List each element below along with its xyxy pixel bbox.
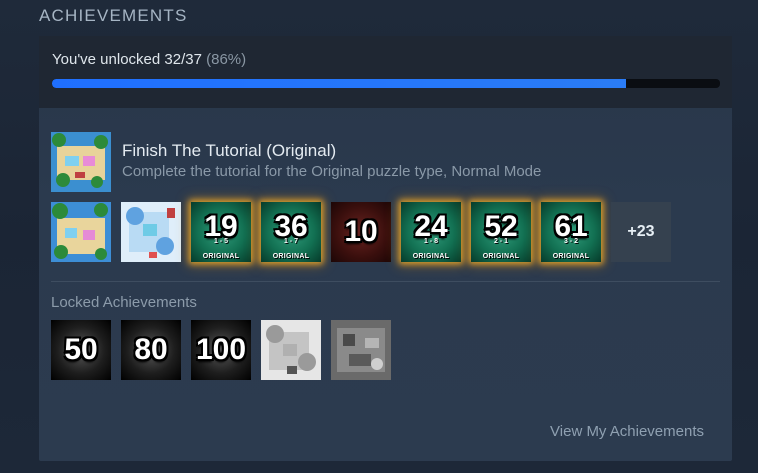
badge-sub: 1 - 8 xyxy=(423,238,438,245)
badge-sub: 3 - 2 xyxy=(563,238,578,245)
badge-number: 10 xyxy=(344,215,378,248)
locked-achievements-title: Locked Achievements xyxy=(51,294,197,311)
achievements-card: You've unlocked 32/37 (86%) Finish The T… xyxy=(39,36,732,461)
badge-caption: ORIGINAL xyxy=(482,253,520,260)
locked-achievements-row: 50 80 100 xyxy=(51,320,391,380)
badge-sub: 2 - 1 xyxy=(493,238,508,245)
progress-text: You've unlocked 32/37 (86%) xyxy=(52,51,246,68)
tutorial-level-icon[interactable] xyxy=(51,132,111,192)
progress-bar xyxy=(52,79,720,88)
divider xyxy=(51,281,720,282)
progress-bar-fill xyxy=(52,79,627,88)
featured-title: Finish The Tutorial (Original) xyxy=(122,141,337,160)
more-achievements-button[interactable]: +23 xyxy=(611,202,671,262)
featured-description: Complete the tutorial for the Original p… xyxy=(122,163,542,180)
badge-caption: ORIGINAL xyxy=(202,253,240,260)
badge-number: 100 xyxy=(195,333,247,366)
locked-badge-50[interactable]: 50 xyxy=(51,320,111,380)
snow-puzzle-icon[interactable] xyxy=(121,202,181,262)
grayscale-castle-puzzle-icon[interactable] xyxy=(331,320,391,380)
achievement-badge-10[interactable]: 10 xyxy=(331,202,391,262)
section-title: ACHIEVEMENTS xyxy=(39,6,188,25)
badge-caption: ORIGINAL xyxy=(412,253,450,260)
badge-caption: ORIGINAL xyxy=(552,253,590,260)
grayscale-snow-puzzle-icon[interactable] xyxy=(261,320,321,380)
view-my-achievements-link[interactable]: View My Achievements xyxy=(550,423,704,440)
progress-panel: You've unlocked 32/37 (86%) xyxy=(39,36,732,108)
unlocked-achievements-row: 19 1 - 5 ORIGINAL 36 1 - 7 ORIGINAL 10 2… xyxy=(51,202,671,262)
badge-number: 50 xyxy=(64,333,98,366)
locked-badge-80[interactable]: 80 xyxy=(121,320,181,380)
beach-puzzle-icon[interactable] xyxy=(51,202,111,262)
achievement-badge-19[interactable]: 19 1 - 5 ORIGINAL xyxy=(191,202,251,262)
achievement-badge-24[interactable]: 24 1 - 8 ORIGINAL xyxy=(401,202,461,262)
badge-sub: 1 - 7 xyxy=(283,238,298,245)
badge-number: 80 xyxy=(134,333,168,366)
badge-sub: 1 - 5 xyxy=(213,238,228,245)
progress-percent: (86%) xyxy=(206,51,247,68)
progress-label: You've unlocked 32/37 xyxy=(52,51,202,68)
achievement-badge-61[interactable]: 61 3 - 2 ORIGINAL xyxy=(541,202,601,262)
locked-badge-100[interactable]: 100 xyxy=(191,320,251,380)
achievement-badge-36[interactable]: 36 1 - 7 ORIGINAL xyxy=(261,202,321,262)
achievement-badge-52[interactable]: 52 2 - 1 ORIGINAL xyxy=(471,202,531,262)
badge-caption: ORIGINAL xyxy=(272,253,310,260)
